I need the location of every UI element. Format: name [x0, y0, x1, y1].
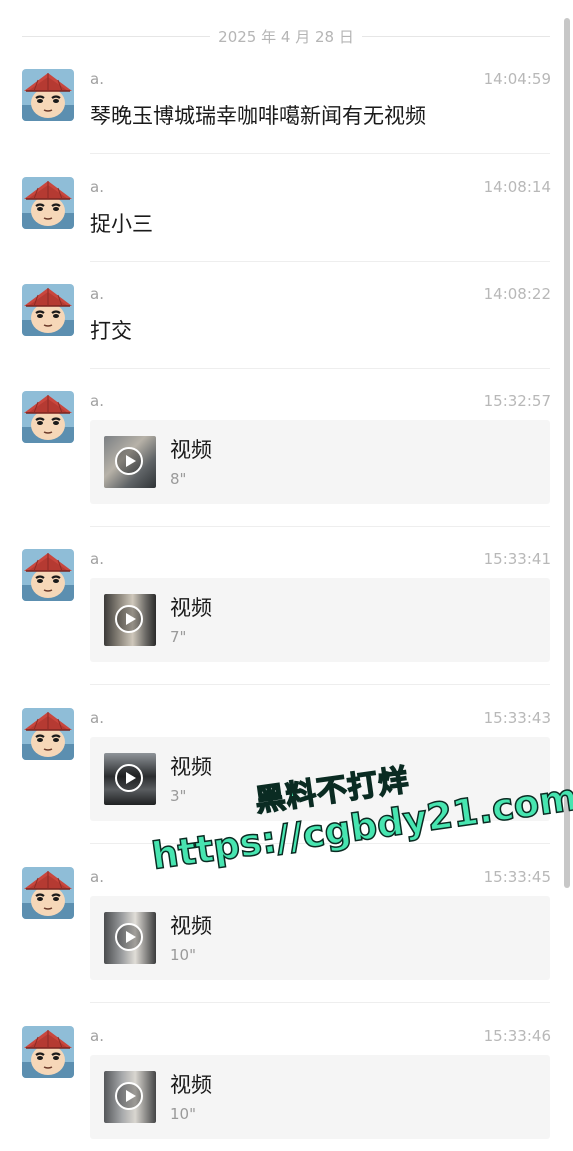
date-divider: 2025 年 4 月 28 日 [22, 24, 550, 48]
avatar-icon[interactable] [22, 391, 74, 443]
message-item: a. 14:04:59 琴晚玉博城瑞幸咖啡噶新闻有无视频 [0, 66, 573, 156]
video-thumbnail[interactable] [104, 1071, 156, 1123]
video-duration: 8" [170, 470, 187, 488]
video-duration: 3" [170, 787, 187, 805]
message-item: a. 15:33:41 视频 7" [0, 546, 573, 686]
message-time: 14:08:22 [483, 285, 551, 303]
divider-line-right [362, 36, 550, 37]
avatar-icon[interactable] [22, 177, 74, 229]
cartoon-boy-icon [22, 177, 74, 229]
sender-name[interactable]: a. [90, 70, 104, 88]
video-card[interactable]: 视频 10" [90, 896, 550, 980]
video-thumbnail[interactable] [104, 436, 156, 488]
message-item: a. 15:33:43 视频 3" [0, 705, 573, 845]
message-time: 15:33:46 [483, 1027, 551, 1045]
scrollbar[interactable] [564, 18, 570, 888]
message-text[interactable]: 打交 [90, 315, 132, 345]
cartoon-boy-icon [22, 549, 74, 601]
video-title: 视频 [170, 1073, 212, 1097]
video-thumbnail[interactable] [104, 594, 156, 646]
sender-name[interactable]: a. [90, 709, 104, 727]
cartoon-boy-icon [22, 1026, 74, 1078]
video-card[interactable]: 视频 7" [90, 578, 550, 662]
cartoon-boy-icon [22, 69, 74, 121]
video-title: 视频 [170, 596, 212, 620]
message-time: 15:32:57 [483, 392, 551, 410]
play-icon[interactable] [115, 923, 143, 951]
message-time: 14:08:14 [483, 178, 551, 196]
message-item: a. 15:33:46 视频 10" [0, 1023, 573, 1151]
cartoon-boy-icon [22, 708, 74, 760]
sender-name[interactable]: a. [90, 550, 104, 568]
video-title: 视频 [170, 914, 212, 938]
sender-name[interactable]: a. [90, 285, 104, 303]
play-icon[interactable] [115, 1082, 143, 1110]
play-icon[interactable] [115, 447, 143, 475]
message-text[interactable]: 琴晚玉博城瑞幸咖啡噶新闻有无视频 [90, 100, 426, 130]
message-separator [90, 843, 550, 844]
sender-name[interactable]: a. [90, 392, 104, 410]
video-duration: 10" [170, 946, 196, 964]
cartoon-boy-icon [22, 391, 74, 443]
video-card[interactable]: 视频 3" [90, 737, 550, 821]
video-card[interactable]: 视频 10" [90, 1055, 550, 1139]
video-duration: 10" [170, 1105, 196, 1123]
message-separator [90, 684, 550, 685]
message-item: a. 14:08:22 打交 [0, 281, 573, 371]
message-item: a. 15:32:57 视频 8" [0, 388, 573, 528]
cartoon-boy-icon [22, 867, 74, 919]
sender-name[interactable]: a. [90, 1027, 104, 1045]
message-time: 15:33:43 [483, 709, 551, 727]
message-separator [90, 261, 550, 262]
avatar-icon[interactable] [22, 284, 74, 336]
message-item: a. 15:33:45 视频 10" [0, 864, 573, 1004]
message-time: 15:33:45 [483, 868, 551, 886]
message-separator [90, 1002, 550, 1003]
message-time: 14:04:59 [483, 70, 551, 88]
avatar-icon[interactable] [22, 549, 74, 601]
video-thumbnail[interactable] [104, 753, 156, 805]
play-icon[interactable] [115, 605, 143, 633]
message-separator [90, 368, 550, 369]
avatar-icon[interactable] [22, 708, 74, 760]
video-card[interactable]: 视频 8" [90, 420, 550, 504]
video-duration: 7" [170, 628, 187, 646]
avatar-icon[interactable] [22, 69, 74, 121]
avatar-icon[interactable] [22, 1026, 74, 1078]
cartoon-boy-icon [22, 284, 74, 336]
video-thumbnail[interactable] [104, 912, 156, 964]
sender-name[interactable]: a. [90, 868, 104, 886]
message-time: 15:33:41 [483, 550, 551, 568]
play-icon[interactable] [115, 764, 143, 792]
message-separator [90, 526, 550, 527]
message-separator [90, 153, 550, 154]
message-text[interactable]: 捉小三 [90, 208, 153, 238]
avatar-icon[interactable] [22, 867, 74, 919]
sender-name[interactable]: a. [90, 178, 104, 196]
video-title: 视频 [170, 438, 212, 462]
message-item: a. 14:08:14 捉小三 [0, 174, 573, 264]
video-title: 视频 [170, 755, 212, 779]
